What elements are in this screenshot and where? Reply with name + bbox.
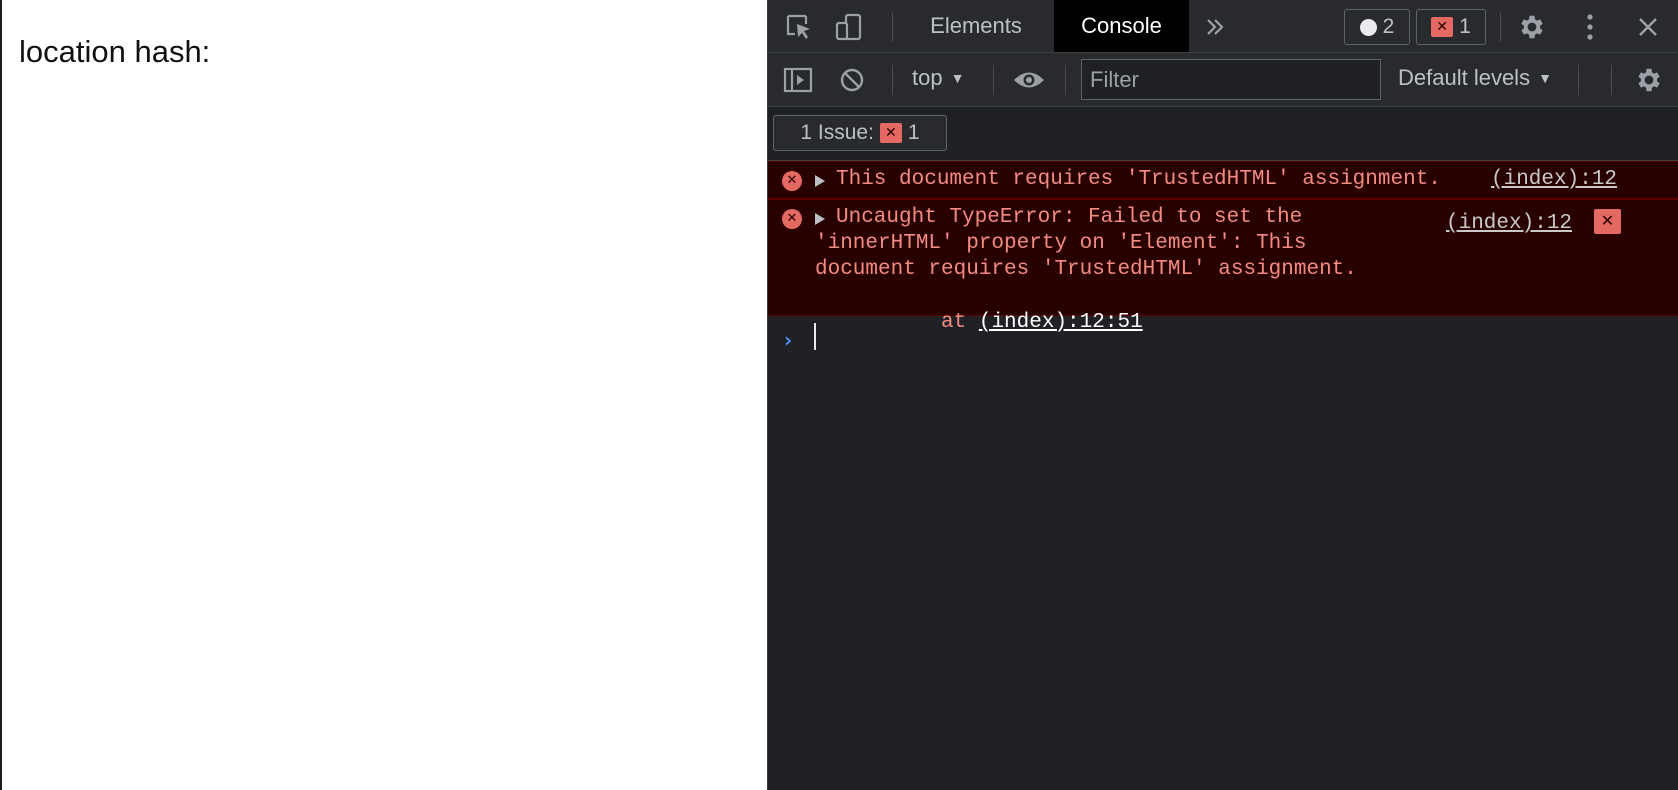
issues-button[interactable]: 1 Issue: ✕ 1 — [773, 115, 947, 151]
devtools-panel: Elements Console 2 ✕ 1 top ▼ Filter Defa… — [767, 0, 1678, 790]
console-input-cursor[interactable] — [814, 323, 816, 350]
error-flag-icon[interactable]: ✕ — [1594, 209, 1621, 234]
tab-console[interactable]: Console — [1054, 0, 1189, 52]
message-line: 'innerHTML' property on 'Element': This — [815, 232, 1307, 255]
log-levels-dropdown[interactable]: Default levels ▼ — [1398, 65, 1552, 91]
tab-elements[interactable]: Elements — [906, 0, 1046, 52]
caret-down-icon: ▼ — [950, 70, 965, 86]
console-message-error[interactable]: ✕ Uncaught TypeError: Failed to set the … — [768, 199, 1678, 334]
console-toolbar: top ▼ Default levels ▼ — [768, 53, 1678, 107]
issues-count: 1 — [907, 121, 920, 144]
stack-at-prefix: at — [890, 310, 979, 334]
eye-icon[interactable] — [1012, 64, 1046, 96]
message-line: document requires 'TrustedHTML' assignme… — [815, 258, 1357, 281]
toolbar-divider — [993, 65, 994, 95]
chevron-double-right-icon[interactable] — [1200, 12, 1230, 42]
show-sidebar-icon[interactable] — [782, 64, 814, 96]
error-count-badge[interactable]: ✕ 1 — [1416, 9, 1486, 45]
clear-console-icon[interactable] — [836, 64, 868, 96]
expand-triangle-icon[interactable] — [815, 213, 825, 225]
source-link[interactable]: (index):12 — [1446, 211, 1572, 238]
devtools-main-toolbar: Elements Console 2 ✕ 1 — [768, 0, 1678, 53]
console-settings-gear-icon[interactable] — [1632, 63, 1666, 97]
info-count: 2 — [1382, 15, 1395, 38]
toolbar-divider — [1065, 65, 1066, 95]
log-levels-label: Default levels — [1398, 65, 1531, 90]
stack-trace-link[interactable]: (index):12:51 — [979, 311, 1143, 334]
caret-down-icon: ▼ — [1538, 70, 1552, 86]
error-count: 1 — [1459, 15, 1471, 38]
close-icon[interactable] — [1633, 12, 1663, 42]
inspect-element-icon[interactable] — [782, 10, 816, 44]
stack-trace-line: at (index):12:51 — [815, 283, 1143, 363]
toolbar-divider — [1500, 12, 1501, 42]
toolbar-divider — [892, 65, 893, 95]
console-message-error[interactable]: ✕ This document requires 'TrustedHTML' a… — [768, 161, 1678, 199]
info-dot-icon — [1359, 18, 1377, 36]
issues-bar: 1 Issue: ✕ 1 — [768, 107, 1678, 161]
info-count-badge[interactable]: 2 — [1344, 9, 1410, 45]
console-prompt-chevron-icon: › — [784, 328, 793, 352]
filter-input[interactable] — [1081, 59, 1381, 100]
toolbar-divider — [1611, 65, 1612, 95]
source-link[interactable]: (index):12 — [1491, 167, 1617, 194]
toolbar-divider — [1578, 65, 1579, 95]
inspected-page: location hash: — [0, 0, 767, 790]
location-hash-label: location hash: — [19, 34, 211, 69]
context-label: top — [912, 65, 943, 90]
device-toolbar-icon[interactable] — [832, 10, 866, 44]
toolbar-divider — [892, 12, 893, 42]
expand-triangle-icon[interactable] — [815, 175, 825, 187]
error-flag-icon: ✕ — [879, 123, 902, 143]
error-circle-icon: ✕ — [782, 209, 802, 229]
gear-icon[interactable] — [1515, 10, 1549, 44]
error-flag-icon: ✕ — [1431, 17, 1454, 37]
error-circle-icon: ✕ — [782, 171, 802, 191]
context-selector[interactable]: top ▼ — [912, 65, 964, 91]
message-line: Uncaught TypeError: Failed to set the — [836, 206, 1303, 229]
issues-label: 1 Issue: — [800, 121, 874, 144]
message-text: This document requires 'TrustedHTML' ass… — [836, 168, 1441, 191]
kebab-menu-icon[interactable] — [1578, 10, 1602, 44]
